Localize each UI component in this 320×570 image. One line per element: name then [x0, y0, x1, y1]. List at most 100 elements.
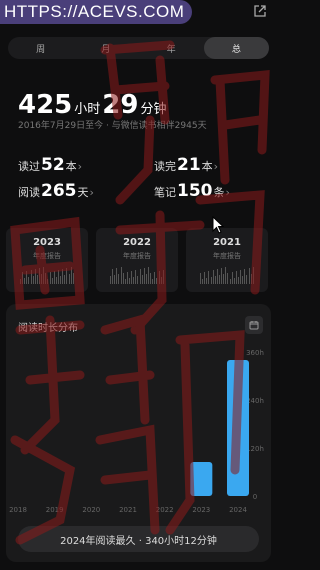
x-tick-label: 2018 [9, 506, 27, 514]
total-minutes: 29 [102, 90, 139, 120]
sparkline-bar [45, 273, 47, 284]
sparkline-bar [64, 275, 66, 284]
x-tick-label: 2020 [82, 506, 100, 514]
year-report-card-2023[interactable]: 2023 年度报告 [6, 228, 88, 292]
distribution-summary: 2024年阅读最久 · 340小时12分钟 [18, 526, 259, 552]
sparkline-bar [43, 267, 45, 284]
year-sparkline [20, 266, 74, 284]
reading-distribution-card: 阅读时长分布 360h 240h 120h 0 2018 2019 2020 2021 2022… [6, 304, 271, 562]
sparkline-bar [72, 273, 74, 284]
sparkline-bar [53, 271, 55, 284]
sparkline-bar [221, 268, 223, 284]
sparkline-bar [131, 271, 133, 284]
watermark-banner: HTTPS://ACEVS.COM [0, 0, 193, 24]
sparkline-bar [62, 269, 64, 284]
sparkline-bar [246, 275, 248, 284]
sparkline-bar [152, 279, 154, 284]
chevron-right-icon: › [77, 160, 83, 173]
sparkline-bar [206, 278, 208, 284]
stat-books-finished[interactable]: 读完 21 本 › [154, 155, 218, 175]
year-label: 2022 [123, 237, 151, 248]
tab-week[interactable]: 周 [8, 37, 73, 59]
sparkline-bar [210, 277, 212, 284]
sparkline-bar [68, 274, 70, 284]
hours-unit: 小时 [74, 102, 101, 117]
year-subtitle: 年度报告 [213, 252, 241, 260]
sparkline-bar [20, 279, 21, 284]
sparkline-bar [200, 273, 201, 284]
sparkline-bar [242, 276, 244, 284]
sparkline-bar [141, 275, 143, 284]
tab-month[interactable]: 月 [73, 37, 138, 59]
total-hours: 425 [18, 90, 73, 120]
sparkline-bar [139, 269, 141, 284]
chevron-right-icon: › [89, 186, 94, 199]
sparkline-bar [49, 272, 51, 284]
sparkline-bar [116, 268, 118, 284]
sparkline-bar [147, 267, 149, 284]
share-icon[interactable] [253, 4, 267, 18]
sparkline-bar [28, 277, 30, 284]
sparkline-bar [158, 271, 160, 284]
year-label: 2023 [33, 237, 61, 248]
sparkline-bar [218, 275, 220, 284]
chart-bar[interactable] [227, 360, 249, 496]
x-tick-label: 2022 [156, 506, 174, 514]
sparkline-bar [145, 274, 147, 284]
y-tick-label: 360h [246, 349, 264, 357]
sparkline-bar [248, 268, 250, 284]
sparkline-bar [26, 271, 28, 284]
year-report-card-2021[interactable]: 2021 年度报告 [186, 228, 268, 292]
sparkline-bar [240, 270, 242, 284]
sparkline-bar [223, 274, 225, 284]
chevron-right-icon: › [213, 160, 219, 173]
tab-year[interactable]: 年 [139, 37, 204, 59]
chart-bar[interactable] [190, 462, 213, 496]
sparkline-bar [32, 276, 34, 284]
sparkline-bar [66, 268, 68, 284]
tab-total[interactable]: 总 [203, 37, 269, 59]
minutes-unit: 分钟 [140, 102, 167, 117]
stat-reading-days[interactable]: 阅读 265 天 › [18, 181, 94, 201]
sparkline-bar [137, 276, 139, 284]
sparkline-bar [30, 270, 32, 284]
sparkline-bar [70, 267, 72, 284]
sparkline-bar [22, 272, 24, 284]
sparkline-bar [47, 279, 49, 284]
sparkline-bar [118, 274, 120, 284]
sparkline-bar [38, 268, 40, 284]
year-report-card-2022[interactable]: 2022 年度报告 [96, 228, 178, 292]
y-tick-label: 0 [253, 493, 257, 501]
year-sparkline [110, 266, 164, 284]
stat-unit: 条 [213, 186, 225, 199]
distribution-chart: 360h240h120h02018 2019 2020 2021 2022 2023 202… [9, 349, 264, 514]
sparkline-bar [252, 267, 254, 284]
stat-notes[interactable]: 笔记 150 条 › [154, 181, 230, 201]
sparkline-bar [51, 278, 53, 284]
sparkline-bar [235, 271, 237, 284]
sparkline-bar [120, 267, 122, 284]
sparkline-bar [231, 272, 233, 284]
x-tick-label: 2019 [46, 506, 64, 514]
sparkline-bar [233, 278, 235, 284]
sparkline-bar [208, 271, 210, 284]
sparkline-bar [154, 272, 156, 284]
sparkline-bar [122, 273, 124, 284]
stat-value: 150 [177, 181, 213, 201]
stat-unit: 天 [77, 186, 89, 199]
sparkline-bar [204, 272, 206, 284]
total-reading-time: 425 小时 29 分钟 [18, 90, 169, 120]
sparkline-bar [212, 270, 214, 284]
year-subtitle: 年度报告 [123, 252, 151, 260]
sparkline-bar [162, 270, 164, 284]
sparkline-bar [57, 270, 59, 284]
sparkline-bar [237, 277, 239, 284]
sparkline-bar [229, 279, 231, 284]
sparkline-bar [133, 277, 135, 284]
stat-value: 52 [41, 155, 65, 175]
sparkline-bar [60, 276, 62, 284]
sparkline-bar [128, 278, 130, 284]
stat-books-read[interactable]: 读过 52 本 › [18, 155, 82, 175]
watermark-text: HTTPS://ACEVS.COM [4, 2, 185, 21]
sparkline-bar [160, 277, 162, 284]
